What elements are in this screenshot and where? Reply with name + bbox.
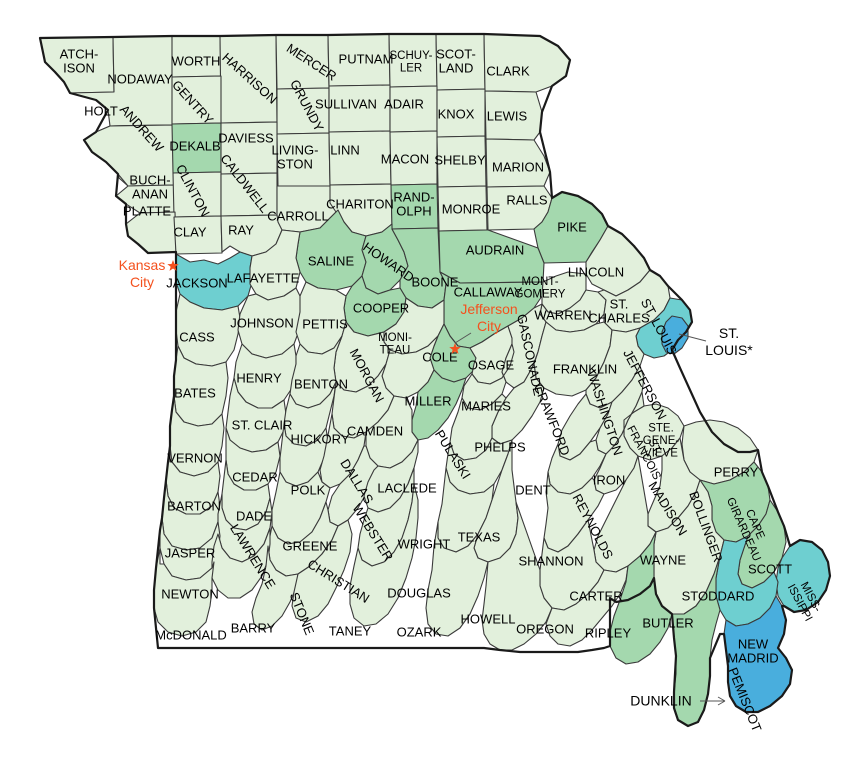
- city-name-text: Jefferson: [460, 301, 517, 317]
- county-lewis[interactable]: [484, 90, 543, 141]
- county-sullivan[interactable]: [328, 84, 391, 133]
- county-caldwell[interactable]: [220, 172, 278, 217]
- county-platte[interactable]: [125, 211, 177, 254]
- county-mercer[interactable]: [275, 34, 330, 90]
- external-label-text: ST.: [719, 325, 739, 341]
- external-label-st-louis-city: ST.LOUIS*: [705, 325, 753, 358]
- county-gentry[interactable]: [171, 75, 222, 125]
- county-clinton[interactable]: [172, 171, 222, 218]
- county-shelby[interactable]: [436, 135, 487, 188]
- county-harrison[interactable]: [219, 34, 278, 124]
- map-svg: ATCH-ISONNODAWAYWORTHHARRISON MERCER PUTNA…: [38, 32, 832, 734]
- county-buchanan[interactable]: [115, 184, 176, 214]
- county-daviess[interactable]: [220, 121, 278, 175]
- county-livingston[interactable]: [276, 132, 331, 188]
- county-knox[interactable]: [436, 88, 486, 138]
- county-randolph[interactable]: [390, 183, 439, 230]
- county-audrain[interactable]: [438, 229, 545, 284]
- county-putnam[interactable]: [327, 33, 391, 87]
- city-name-text: City: [477, 318, 501, 334]
- county-schuyler[interactable]: [388, 33, 438, 88]
- county-monroe[interactable]: [437, 185, 488, 232]
- county-grundy[interactable]: [276, 87, 330, 135]
- county-macon[interactable]: [389, 130, 438, 186]
- county-scotland[interactable]: [435, 33, 486, 91]
- county-name-text: DENT: [515, 482, 550, 497]
- external-label-text: LOUIS*: [705, 342, 753, 358]
- county-clay[interactable]: [173, 215, 223, 255]
- city-label-kansas-city: KansasCity: [119, 257, 166, 290]
- external-label-text: DUNKLIN: [630, 693, 691, 709]
- missouri-county-map: ATCH- ISON NODAWAY WORTH HARRISON MERCER PUTNA…: [0, 0, 865, 769]
- county-label-dent: DENT: [515, 482, 550, 497]
- county-dekalb[interactable]: [171, 122, 222, 174]
- external-label-dunklin: DUNKLIN: [630, 693, 691, 709]
- county-adair[interactable]: [389, 85, 438, 133]
- county-marion[interactable]: [485, 138, 551, 188]
- county-worth[interactable]: [171, 35, 222, 78]
- city-name-text: Kansas: [119, 257, 166, 273]
- city-name-text: City: [130, 274, 154, 290]
- county-atchison[interactable]: [39, 36, 115, 94]
- county-linn[interactable]: [328, 130, 392, 186]
- county-shapes-layer: [39, 33, 831, 727]
